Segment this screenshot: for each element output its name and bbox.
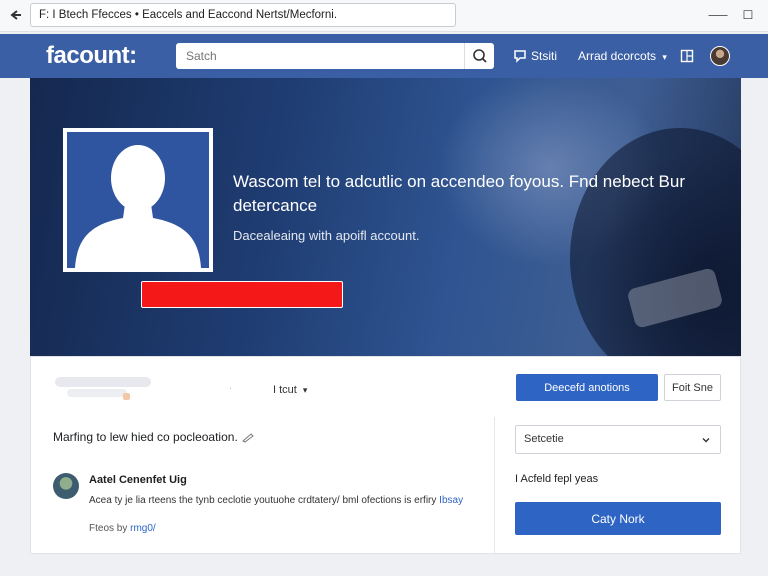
nav-status-link[interactable]: Stsiti	[531, 46, 557, 66]
welcome-subline: Dacealeaing with apoifl account.	[233, 228, 420, 243]
profile-picture[interactable]	[63, 128, 213, 272]
chevron-down-icon	[702, 438, 710, 443]
address-bar[interactable]: F: I Btech Ffecces • Eaccels and Eaccond…	[30, 3, 456, 27]
chevron-down-icon: ▾	[662, 52, 667, 62]
profile-body-card: · I tcut ▾ Deecefd anotions Foit Sne Mar…	[30, 356, 741, 555]
search-button[interactable]	[464, 43, 494, 69]
browser-chrome: F: I Btech Ffecces • Eaccels and Eaccond…	[0, 0, 768, 32]
minimize-button[interactable]: ⸺	[708, 7, 728, 23]
post-meta-text: Fteos by	[89, 523, 131, 534]
options-select[interactable]: Setcetie	[515, 425, 721, 454]
chevron-down-icon: ▾	[302, 385, 308, 395]
main-submit-button[interactable]: Caty Nork	[515, 502, 721, 535]
user-avatar[interactable]	[710, 46, 730, 66]
profile-dropdown-label: I tcut	[273, 384, 297, 396]
bookmark-icon[interactable]	[678, 47, 696, 65]
search-icon	[473, 49, 487, 63]
search-box	[176, 43, 494, 69]
search-input[interactable]	[176, 43, 462, 69]
status-dot	[123, 393, 130, 400]
post-inline-link[interactable]: Ibsay	[439, 495, 463, 506]
profile-detail-placeholder	[67, 389, 127, 397]
account-menu[interactable]: Arrad dcorcots ▾	[578, 46, 667, 66]
post-meta-link[interactable]: rmg0/	[130, 523, 156, 534]
maximize-button[interactable]: ☐	[740, 7, 756, 23]
primary-action-button[interactable]: Deecefd anotions	[516, 374, 658, 401]
cover-banner: Wascom tel to adcutlic on accendeo foyou…	[30, 78, 741, 356]
status-update-text: Marfing to lew hied co pocleoation.	[53, 430, 238, 444]
separator-mark: ·	[229, 383, 232, 393]
profile-name-placeholder	[55, 377, 151, 387]
default-avatar-icon	[67, 132, 209, 268]
chat-bubble-icon[interactable]	[511, 47, 529, 65]
back-arrow-icon[interactable]	[8, 8, 24, 24]
post-author-avatar[interactable]	[53, 473, 79, 499]
post-meta: Fteos by rmg0/	[89, 523, 156, 534]
top-navigation-bar: facount: Stsiti Arrad dcorcots ▾	[0, 34, 768, 78]
profile-dropdown[interactable]: I tcut ▾	[273, 381, 307, 399]
post-author-name[interactable]: Aatel Cenenfet Uig	[89, 474, 187, 486]
post-body: Acea ty je lia rteens the tynb ceclotie …	[89, 495, 463, 506]
account-menu-label: Arrad dcorcots	[578, 49, 657, 63]
options-select-value: Setcetie	[524, 433, 564, 445]
status-update-line: Marfing to lew hied co pocleoation.	[53, 430, 255, 444]
welcome-headline: Wascom tel to adcutlic on accendeo foyou…	[233, 172, 686, 215]
site-logo[interactable]: facount:	[46, 40, 137, 72]
pencil-icon[interactable]	[241, 433, 255, 443]
alert-action-button[interactable]	[141, 281, 343, 308]
post-body-text: Acea ty je lia rteens the tynb ceclotie …	[89, 495, 440, 506]
edit-button[interactable]: Foit Sne	[664, 374, 721, 401]
option-label: I Acfeld fepl yeas	[515, 473, 599, 485]
column-divider	[494, 417, 495, 555]
